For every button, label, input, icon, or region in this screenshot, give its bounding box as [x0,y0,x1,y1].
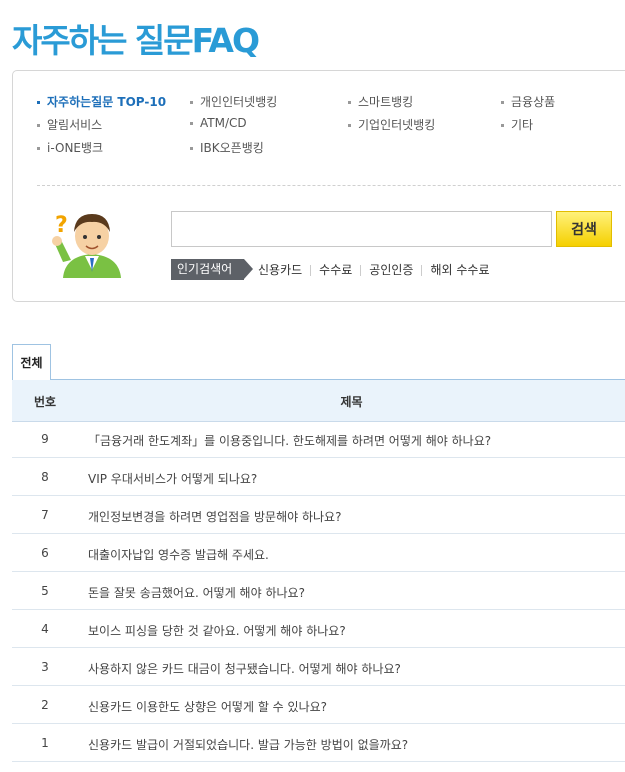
row-number: 3 [41,660,49,674]
search-button[interactable]: 검색 [556,211,612,247]
row-title-link[interactable]: 사용하지 않은 카드 대금이 청구됐습니다. 어떻게 해야 하나요? [88,660,615,677]
row-title-link[interactable]: 개인정보변경을 하려면 영업점을 방문해야 하나요? [88,508,615,525]
row-title-link[interactable]: 「금융거래 한도계좌」를 이용중입니다. 한도해제를 하려면 어떻게 해야 하나… [88,432,615,449]
row-number: 9 [41,432,49,446]
separator [310,265,312,276]
divider [37,185,621,186]
row-number: 2 [41,698,49,712]
category-other[interactable]: 기타 [501,116,533,133]
header-number: 번호 [33,395,57,409]
bullet-icon [348,101,351,104]
category-label: 스마트뱅킹 [358,95,414,109]
category-label: i-ONE뱅크 [47,141,104,155]
bullet-icon [348,124,351,127]
bullet-icon [190,122,193,125]
category-i-one-bank[interactable]: i-ONE뱅크 [37,139,103,156]
bullet-icon [37,124,40,127]
row-title-link[interactable]: 돈을 잘못 송금했어요. 어떻게 해야 하나요? [88,584,615,601]
table-row: 1 신용카드 발급이 거절되었습니다. 발급 가능한 방법이 없을까요? [12,725,625,762]
tab-all[interactable]: 전체 [12,344,51,380]
table-row: 7 개인정보변경을 하려면 영업점을 방문해야 하나요? [12,497,625,534]
bullet-icon [37,147,40,150]
category-financial-products[interactable]: 금융상품 [501,93,555,110]
keyword-link[interactable]: 해외 수수료 [430,263,489,277]
faq-search-panel: 자주하는질문 TOP-10 개인인터넷뱅킹 스마트뱅킹 금융상품 알림서비스 A… [12,70,625,302]
page-title: 자주하는 질문FAQ [12,21,260,60]
keyword-link[interactable]: 신용카드 [258,263,302,277]
row-title-link[interactable]: 신용카드 발급이 거절되었습니다. 발급 가능한 방법이 없을까요? [88,736,615,753]
separator [421,265,423,276]
category-ibk-open-banking[interactable]: IBK오픈뱅킹 [190,139,264,156]
category-label: 자주하는질문 TOP-10 [47,95,167,109]
bullet-icon [501,124,504,127]
row-number: 7 [41,508,49,522]
category-smart-banking[interactable]: 스마트뱅킹 [348,93,413,110]
separator [360,265,362,276]
category-label: ATM/CD [200,116,247,130]
category-label: 금융상품 [511,95,556,109]
row-title-link[interactable]: VIP 우대서비스가 어떻게 되나요? [88,470,615,487]
row-title-link[interactable]: 대출이자납입 영수증 발급해 주세요. [88,546,615,563]
table-row: 3 사용하지 않은 카드 대금이 청구됐습니다. 어떻게 해야 하나요? [12,649,625,686]
bullet-icon [37,101,40,104]
row-title-link[interactable]: 보이스 피싱을 당한 것 같아요. 어떻게 해야 하나요? [88,622,615,639]
row-number: 4 [41,622,49,636]
row-number: 8 [41,470,49,484]
keyword-link[interactable]: 수수료 [319,263,352,277]
category-label: IBK오픈뱅킹 [200,141,264,155]
svg-text:?: ? [55,213,68,238]
popular-keywords: 신용카드 수수료 공인인증 해외 수수료 [258,261,489,278]
table-row: 5 돈을 잘못 송금했어요. 어떻게 해야 하나요? [12,573,625,610]
category-label: 개인인터넷뱅킹 [200,95,278,109]
bullet-icon [501,101,504,104]
table-row: 9 「금융거래 한도계좌」를 이용중입니다. 한도해제를 하려면 어떻게 해야 하… [12,421,625,458]
bullet-icon [190,101,193,104]
category-label: 기업인터넷뱅킹 [358,118,436,132]
category-corporate-internet-banking[interactable]: 기업인터넷뱅킹 [348,116,435,133]
row-title-link[interactable]: 신용카드 이용한도 상향은 어떻게 할 수 있나요? [88,698,615,715]
row-number: 1 [41,736,49,750]
category-atm-cd[interactable]: ATM/CD [190,116,247,130]
bullet-icon [190,147,193,150]
category-top10[interactable]: 자주하는질문 TOP-10 [37,93,166,110]
category-label: 알림서비스 [47,118,103,132]
table-row: 2 신용카드 이용한도 상향은 어떻게 할 수 있나요? [12,687,625,724]
category-label: 기타 [511,118,534,132]
header-title: 제목 [340,395,363,409]
keyword-link[interactable]: 공인인증 [369,263,413,277]
row-number: 6 [41,546,49,560]
table-row: 6 대출이자납입 영수증 발급해 주세요. [12,535,625,572]
popular-keywords-label: 인기검색어 [171,259,254,280]
category-personal-internet-banking[interactable]: 개인인터넷뱅킹 [190,93,277,110]
row-number: 5 [41,584,49,598]
table-header: 번호 제목 [12,380,625,422]
table-row: 8 VIP 우대서비스가 어떻게 되나요? [12,459,625,496]
table-row: 4 보이스 피싱을 당한 것 같아요. 어떻게 해야 하나요? [12,611,625,648]
search-input[interactable] [171,211,552,247]
faq-character-icon: ? [52,213,121,278]
category-notification-service[interactable]: 알림서비스 [37,116,102,133]
